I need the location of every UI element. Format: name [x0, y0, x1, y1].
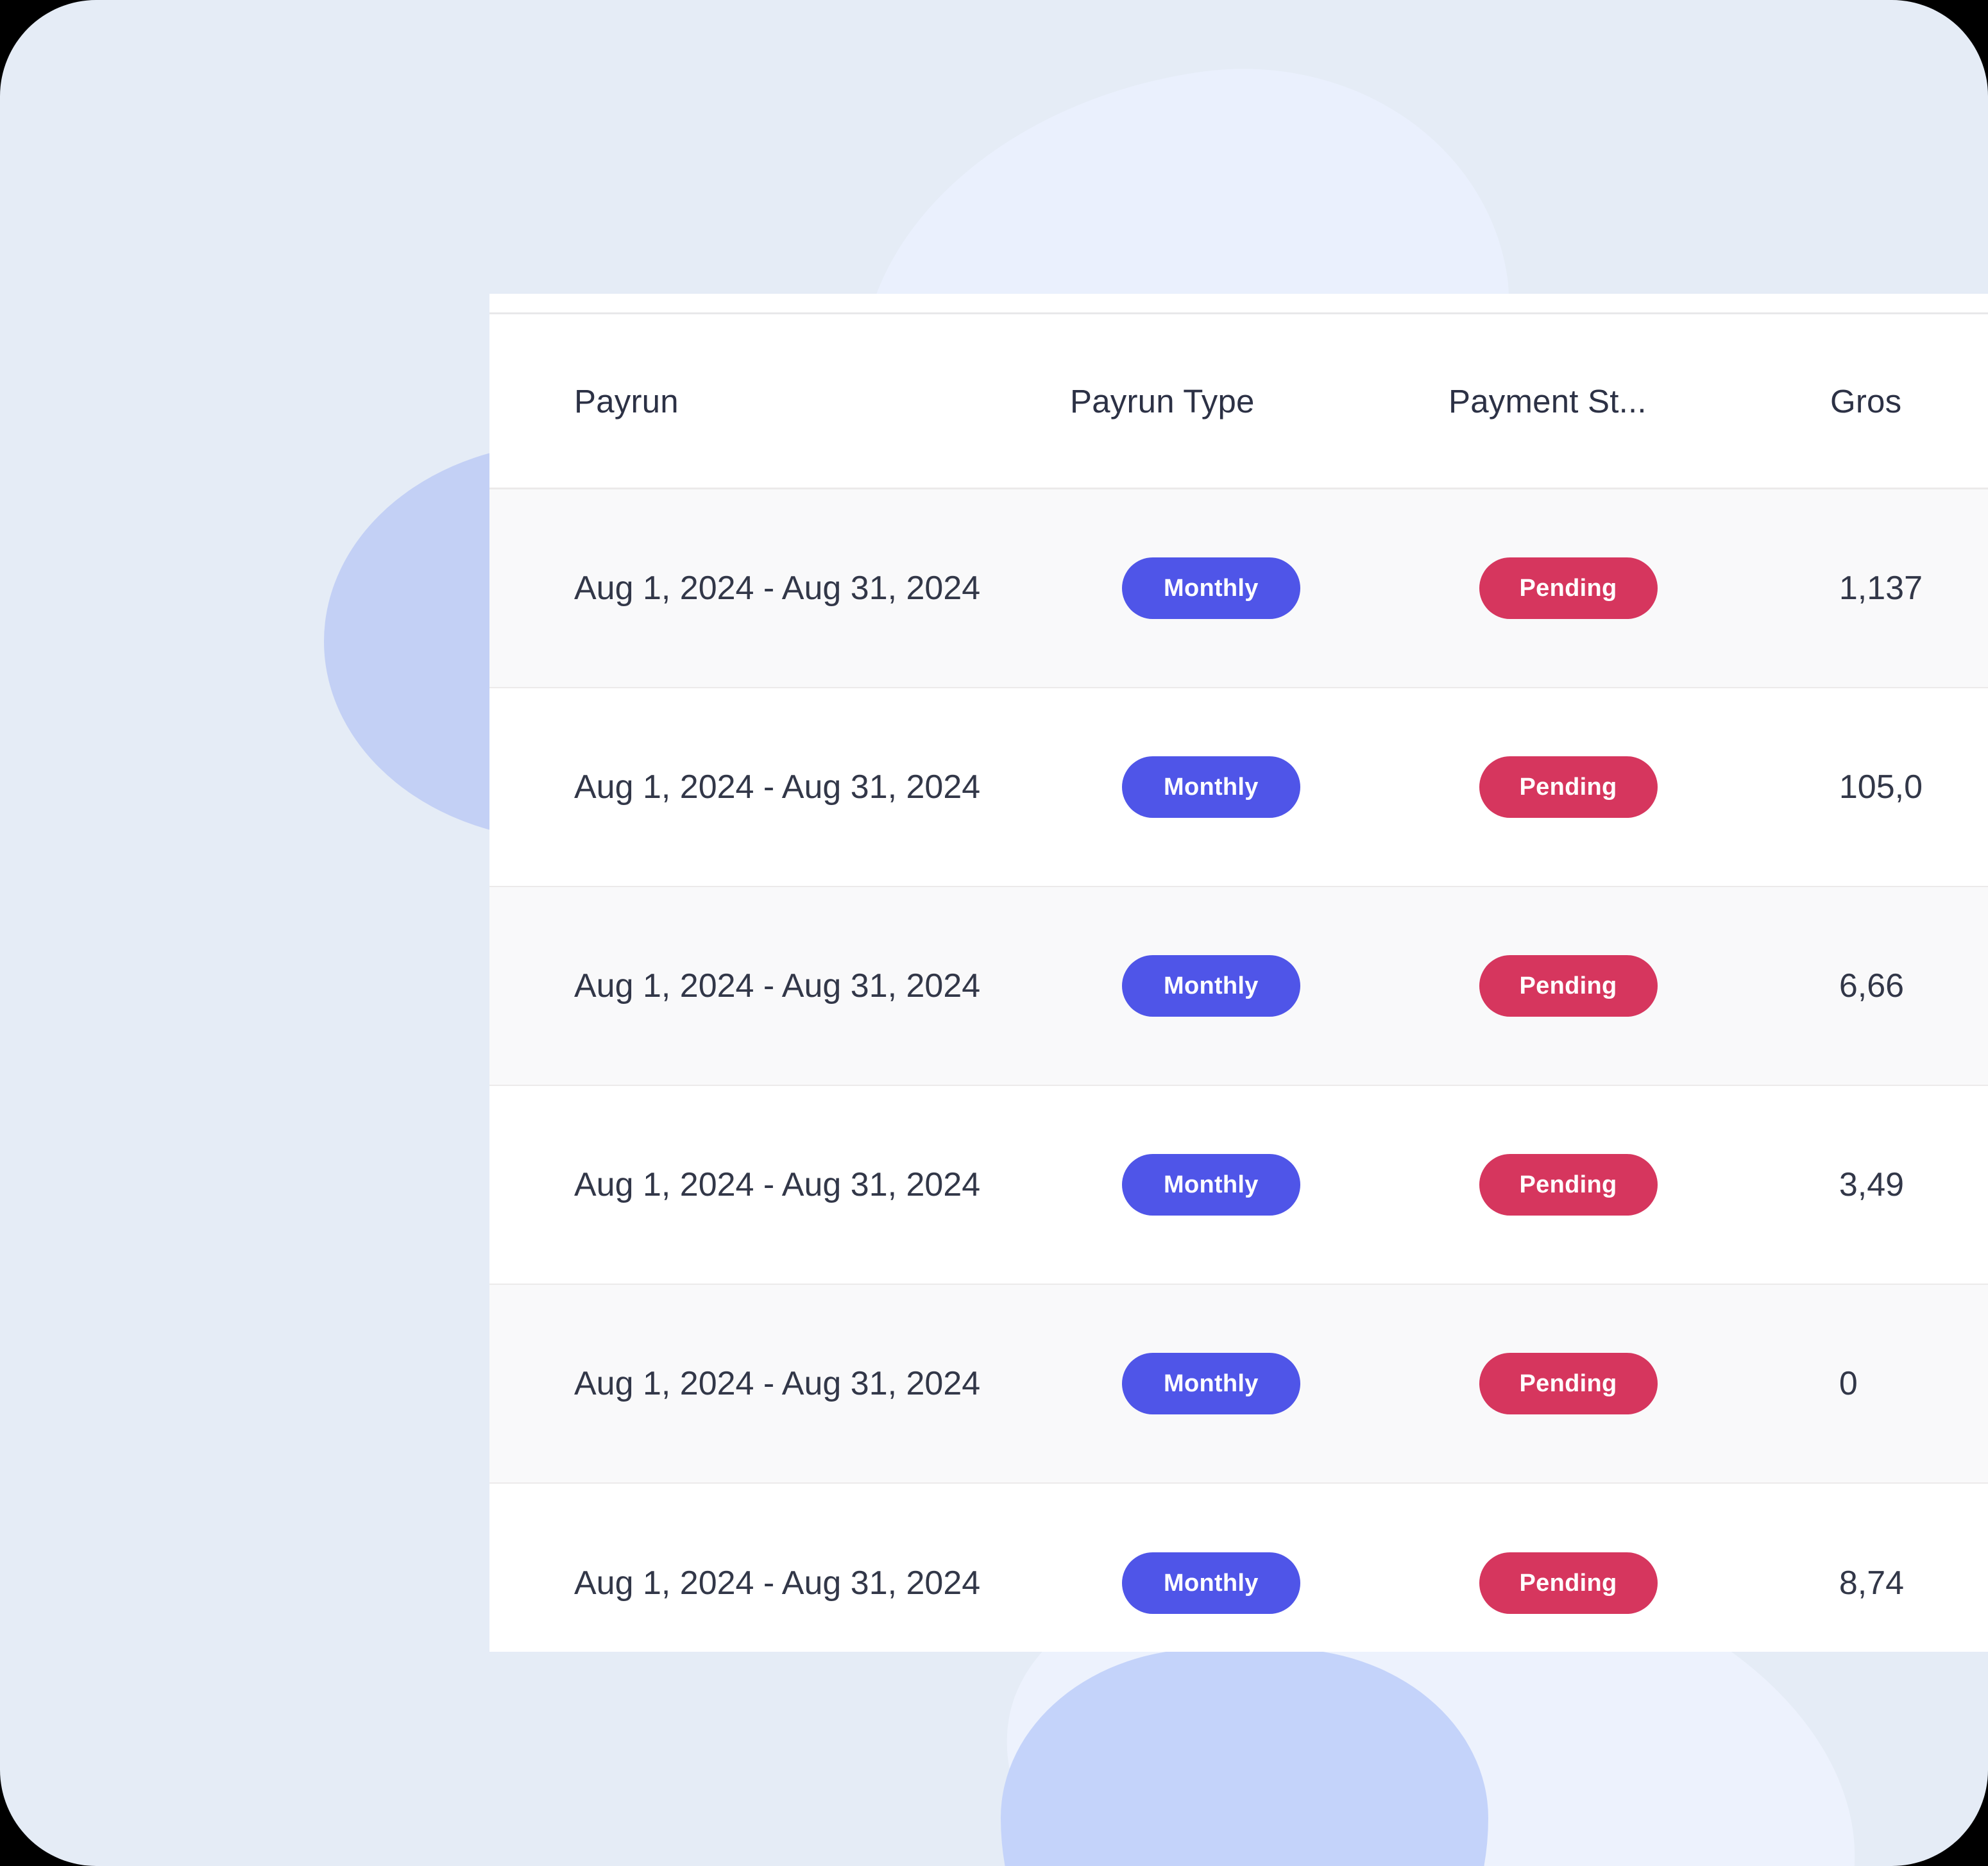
- card-top-strip: [489, 294, 1988, 314]
- column-header-payrun-type[interactable]: Payrun Type: [1070, 382, 1449, 420]
- column-header-gross[interactable]: Gros: [1830, 382, 1988, 420]
- cell-gross-amount: 6,66: [1839, 967, 1905, 1005]
- payment-status-badge: Pending: [1479, 1552, 1658, 1614]
- page-surface: Payrun Payrun Type Payment St... Gros Au…: [0, 0, 1988, 1866]
- payrun-table-card: Payrun Payrun Type Payment St... Gros Au…: [489, 294, 1988, 1652]
- table-row[interactable]: Aug 1, 2024 - Aug 31, 2024 Monthly Pending…: [489, 1484, 1988, 1652]
- column-header-payment-status[interactable]: Payment St...: [1449, 382, 1830, 420]
- payrun-type-badge: Monthly: [1121, 1353, 1300, 1414]
- table-row[interactable]: Aug 1, 2024 - Aug 31, 2024 Monthly Pending…: [489, 887, 1988, 1086]
- cell-payrun-type: Monthly: [1121, 1552, 1479, 1614]
- payrun-type-badge: Monthly: [1121, 1552, 1300, 1614]
- payment-status-badge: Pending: [1479, 1154, 1658, 1216]
- decorative-blob-bottom-blue: [1001, 1649, 1488, 1866]
- cell-gross-amount: 1,137: [1839, 570, 1923, 607]
- payment-status-badge: Pending: [1479, 1353, 1658, 1414]
- cell-payment-status: Pending: [1479, 1552, 1839, 1614]
- payrun-type-badge: Monthly: [1121, 1154, 1300, 1216]
- table-row[interactable]: Aug 1, 2024 - Aug 31, 2024 Monthly Pending…: [489, 1285, 1988, 1484]
- cell-payment-status: Pending: [1479, 557, 1839, 619]
- cell-payment-status: Pending: [1479, 756, 1839, 818]
- cell-payrun-period: Aug 1, 2024 - Aug 31, 2024: [574, 570, 981, 607]
- cell-gross-amount: 8,74: [1839, 1565, 1905, 1602]
- payrun-type-badge: Monthly: [1121, 557, 1300, 619]
- cell-payrun-type: Monthly: [1121, 1353, 1479, 1414]
- cell-payment-status: Pending: [1479, 955, 1839, 1017]
- payment-status-badge: Pending: [1479, 557, 1658, 619]
- payment-status-badge: Pending: [1479, 955, 1658, 1017]
- payment-status-badge: Pending: [1479, 756, 1658, 818]
- payrun-type-badge: Monthly: [1121, 955, 1300, 1017]
- cell-payrun-period: Aug 1, 2024 - Aug 31, 2024: [574, 1365, 981, 1402]
- cell-payment-status: Pending: [1479, 1353, 1839, 1414]
- table-body: Aug 1, 2024 - Aug 31, 2024 Monthly Pending…: [489, 489, 1988, 1652]
- cell-payrun-type: Monthly: [1121, 1154, 1479, 1216]
- cell-payrun-period: Aug 1, 2024 - Aug 31, 2024: [574, 1166, 981, 1203]
- table-row[interactable]: Aug 1, 2024 - Aug 31, 2024 Monthly Pending…: [489, 688, 1988, 887]
- table-row[interactable]: Aug 1, 2024 - Aug 31, 2024 Monthly Pending…: [489, 1086, 1988, 1285]
- column-header-payrun[interactable]: Payrun: [489, 382, 1070, 420]
- cell-gross-amount: 0: [1839, 1365, 1858, 1402]
- cell-payrun-type: Monthly: [1121, 955, 1479, 1017]
- cell-payrun-period: Aug 1, 2024 - Aug 31, 2024: [574, 967, 981, 1005]
- cell-payment-status: Pending: [1479, 1154, 1839, 1216]
- cell-gross-amount: 3,49: [1839, 1166, 1905, 1203]
- cell-payrun-type: Monthly: [1121, 557, 1479, 619]
- cell-payrun-period: Aug 1, 2024 - Aug 31, 2024: [574, 1565, 981, 1602]
- cell-gross-amount: 105,0: [1839, 768, 1923, 806]
- table-header-row: Payrun Payrun Type Payment St... Gros: [489, 314, 1988, 489]
- cell-payrun-period: Aug 1, 2024 - Aug 31, 2024: [574, 768, 981, 806]
- table-row[interactable]: Aug 1, 2024 - Aug 31, 2024 Monthly Pending…: [489, 489, 1988, 688]
- payrun-type-badge: Monthly: [1121, 756, 1300, 818]
- cell-payrun-type: Monthly: [1121, 756, 1479, 818]
